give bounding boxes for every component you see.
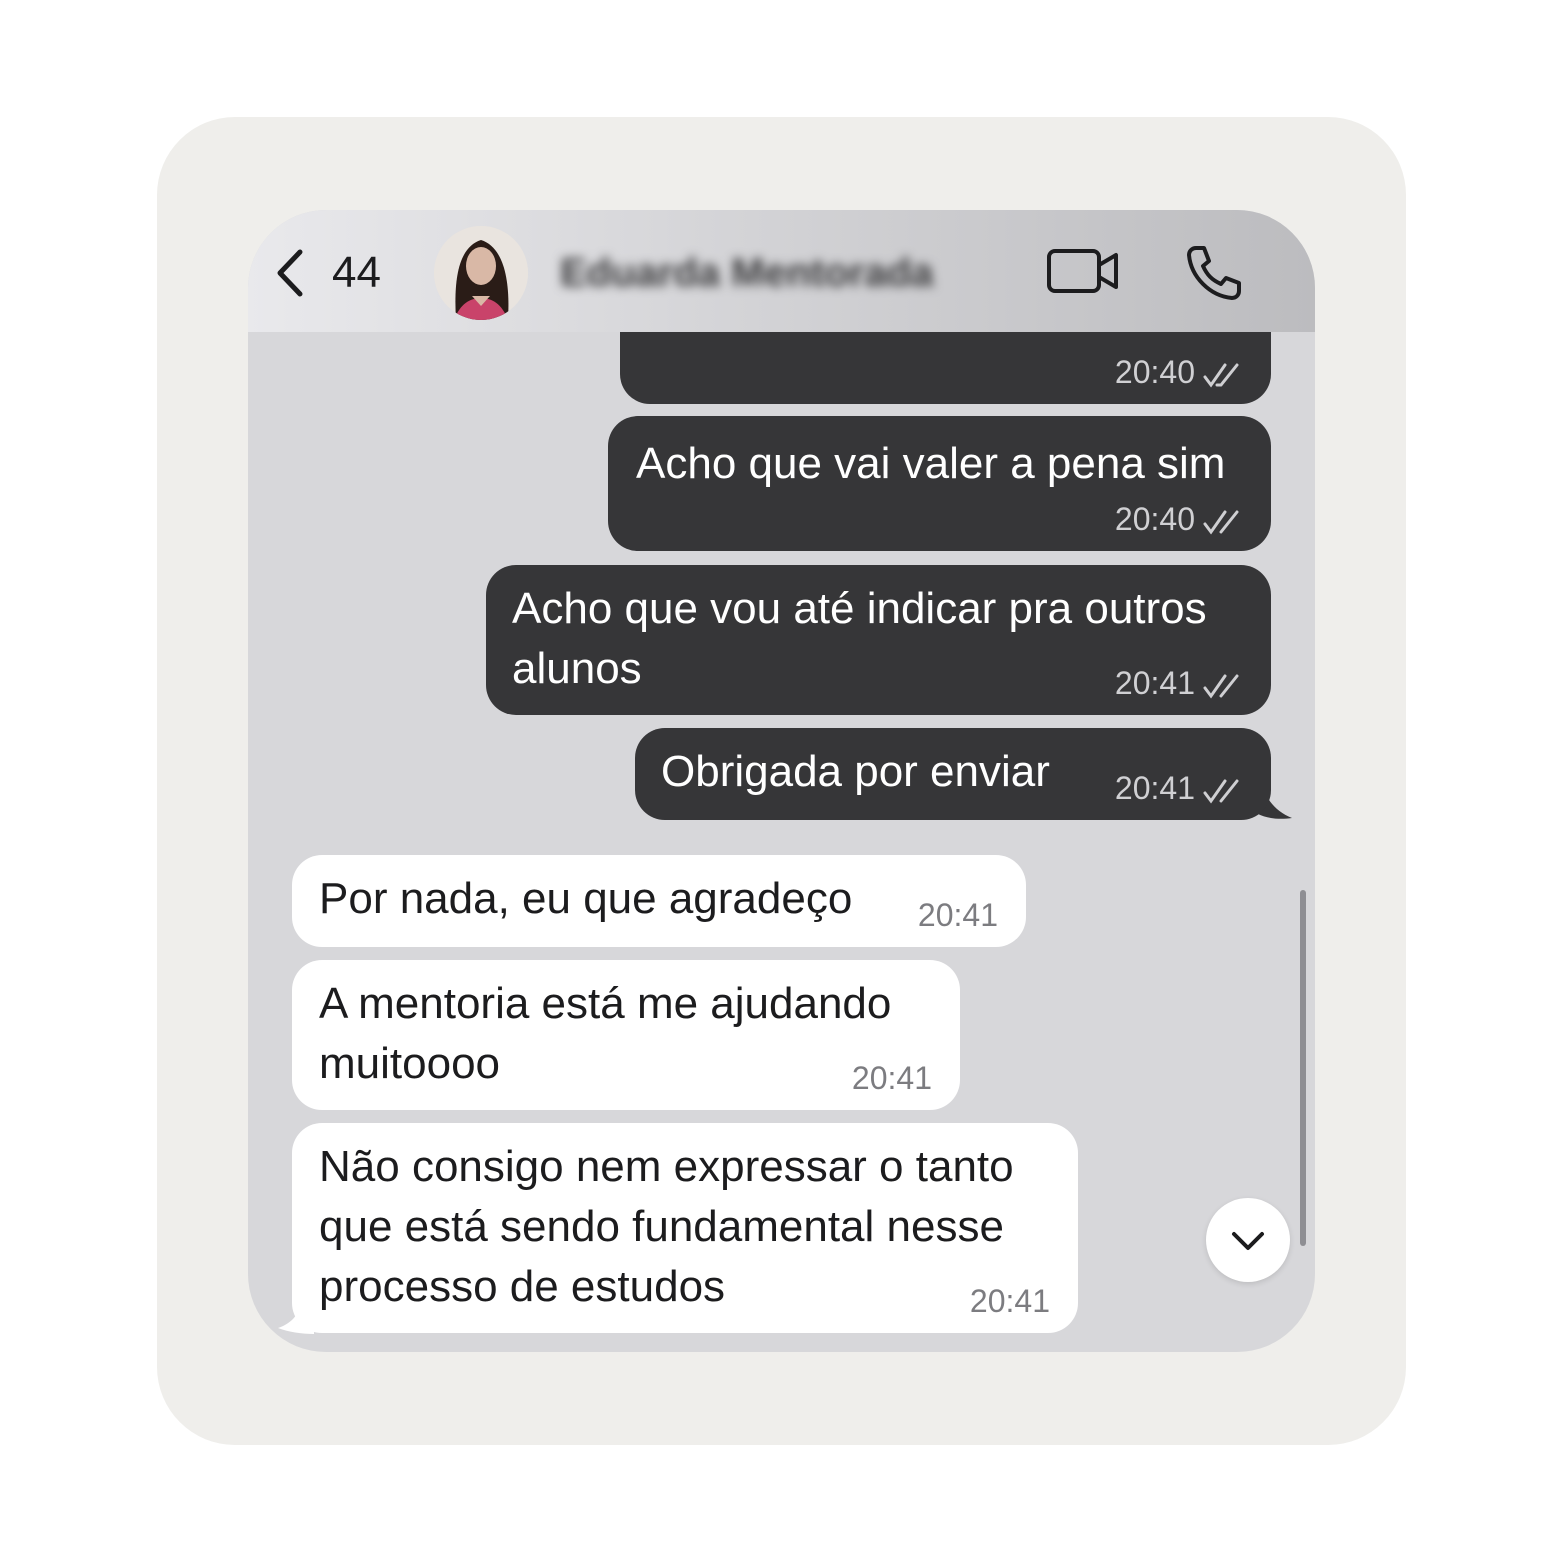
message-incoming[interactable]: A mentoria está me ajudando muitoooo 20:… [292,960,960,1110]
message-text-line: Não consigo nem expressar o tanto [319,1142,1014,1191]
chat-header: 44 Eduarda Mentorada [248,210,1315,332]
message-time: 20:41 [1114,665,1195,701]
message-text-line: alunos [512,644,642,693]
message-text: Acho que vai valer a pena sim [636,439,1226,488]
avatar[interactable] [434,226,528,320]
message-incoming[interactable]: Não consigo nem expressar o tanto que es… [292,1123,1078,1333]
unread-count[interactable]: 44 [332,248,381,298]
message-incoming[interactable]: Por nada, eu que agradeço 20:41 [292,855,1026,947]
message-time: 20:41 [969,1283,1050,1319]
message-time: 20:41 [917,897,998,933]
read-ticks-icon [1203,674,1239,699]
message-text-line: processo de estudos [319,1262,726,1311]
message-text: Por nada, eu que agradeço [319,874,853,923]
message-outgoing[interactable]: Acho que vai valer a pena sim 20:40 [608,416,1271,551]
scroll-to-bottom-button[interactable] [1206,1198,1290,1282]
scrollbar[interactable] [1300,890,1306,1246]
avatar-photo [434,226,528,320]
chat-window: 20:40 Acho que vai valer a pena sim 20:4… [248,210,1315,1352]
message-time: 20:40 [1114,501,1195,537]
message-text: Obrigada por enviar [661,747,1050,796]
video-camera-icon[interactable] [1046,246,1120,296]
read-ticks-icon [1203,363,1239,388]
message-text-line: A mentoria está me ajudando [319,979,892,1028]
message-text-line: Acho que vou até indicar pra outros [512,584,1207,633]
contact-name[interactable]: Eduarda Mentorada [560,250,933,296]
message-time: 20:41 [1114,770,1195,806]
chevron-left-icon[interactable] [270,248,310,298]
read-ticks-icon [1203,510,1239,535]
message-outgoing[interactable]: Obrigada por enviar 20:41 [635,728,1271,820]
message-time: 20:41 [851,1060,932,1096]
phone-icon[interactable] [1182,242,1244,304]
chevron-down-icon [1232,1232,1264,1250]
read-ticks-icon [1203,779,1239,804]
message-time: 20:40 [1114,354,1195,390]
message-text-line: muitoooo [319,1039,501,1088]
message-text-line: que está sendo fundamental nesse [319,1202,1004,1251]
message-outgoing[interactable]: Acho que vou até indicar pra outros alun… [486,565,1271,715]
